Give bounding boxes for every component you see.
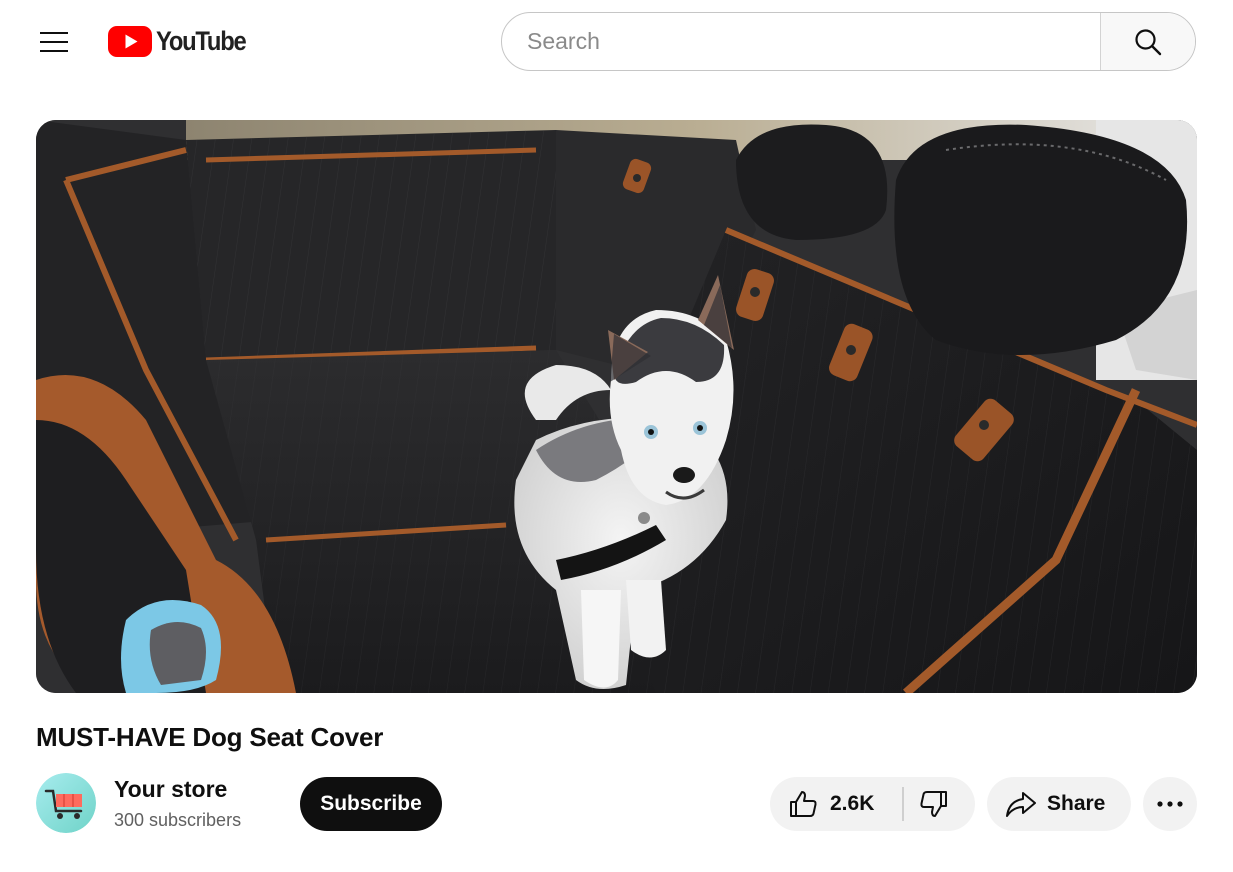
video-player[interactable] — [36, 120, 1197, 693]
logo-wordmark: YouTube — [156, 25, 247, 56]
menu-button[interactable] — [36, 24, 72, 60]
channel-name[interactable]: Your store — [114, 776, 227, 803]
more-horizontal-icon — [1157, 801, 1183, 807]
search-input[interactable] — [502, 13, 1100, 70]
subscriber-count: 300 subscribers — [114, 810, 242, 830]
thumbs-up-icon — [790, 791, 817, 817]
search-bar — [501, 12, 1196, 71]
subscribe-button[interactable]: Subscribe — [300, 777, 442, 831]
like-button[interactable]: 2.6K — [770, 777, 884, 831]
share-arrow-icon — [1006, 792, 1036, 817]
like-count: 2.6K — [830, 792, 875, 815]
search-button[interactable] — [1100, 13, 1195, 70]
dislike-button[interactable] — [904, 777, 976, 831]
youtube-play-icon — [108, 25, 152, 57]
video-title: MUST-HAVE Dog Seat Cover — [36, 722, 384, 752]
share-label: Share — [1047, 792, 1106, 815]
youtube-watch-page: YouTube Search MUST-HAVE Dog Seat Cover … — [0, 0, 1233, 872]
channel-avatar[interactable] — [36, 773, 96, 833]
shopping-cart-icon — [36, 773, 96, 833]
thumbs-down-icon — [920, 791, 948, 817]
share-button[interactable]: Share — [987, 777, 1131, 831]
like-dislike-group: 2.6K — [770, 777, 975, 831]
search-icon — [1135, 28, 1162, 55]
youtube-logo[interactable]: YouTube — [108, 24, 258, 58]
more-actions-button[interactable] — [1143, 777, 1197, 831]
hamburger-menu-icon — [40, 32, 68, 52]
video-thumbnail — [36, 120, 1197, 693]
